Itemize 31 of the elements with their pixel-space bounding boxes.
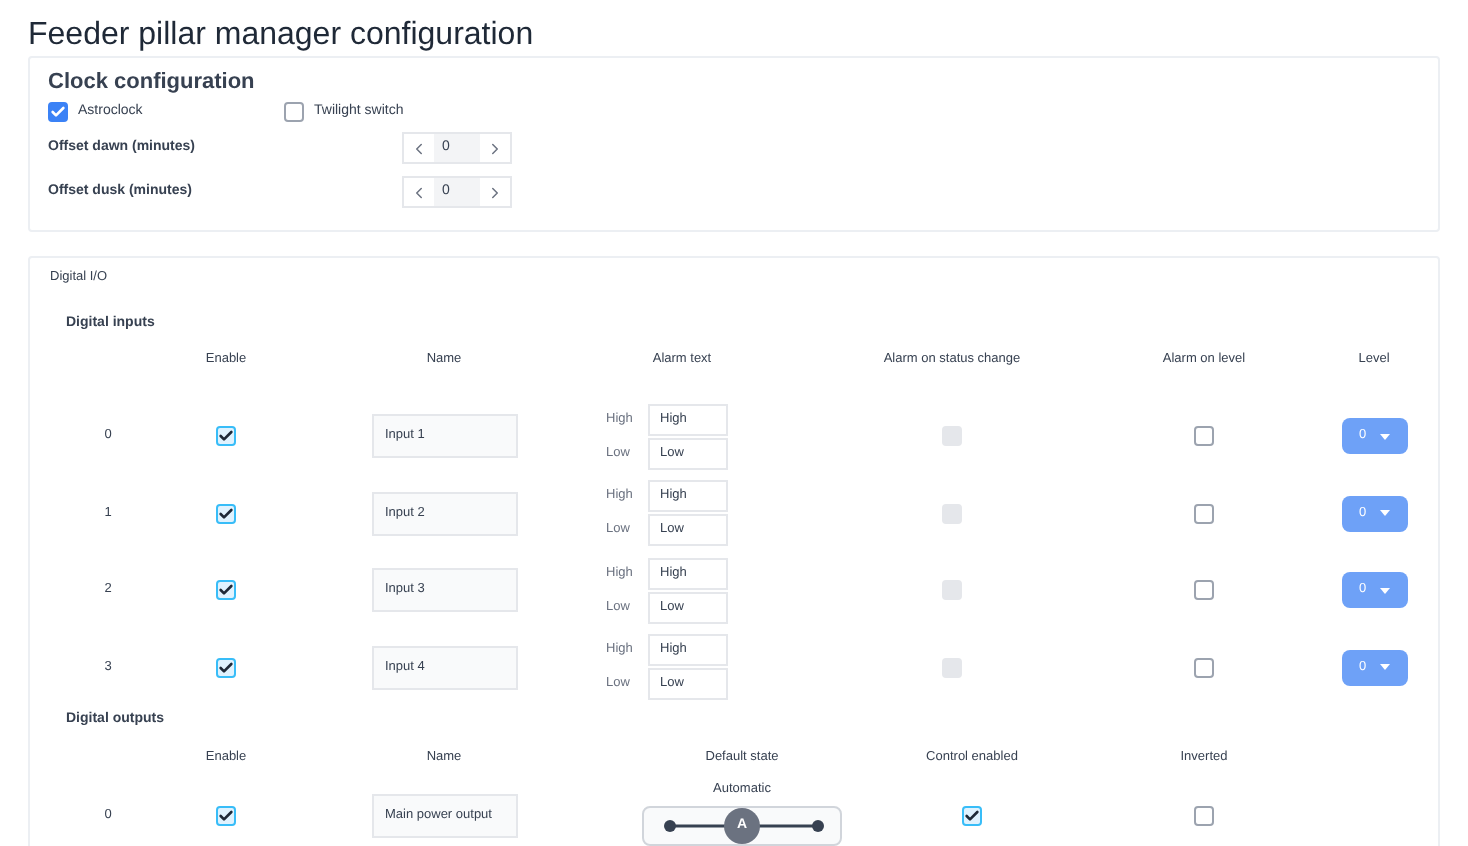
checkbox[interactable] xyxy=(216,657,236,678)
caret-icon xyxy=(1379,510,1389,517)
check-icon xyxy=(218,582,234,599)
decrement-icon[interactable] xyxy=(410,139,428,157)
page-title: Feeder pillar manager configuration xyxy=(28,18,536,54)
check-icon xyxy=(218,659,234,676)
checkbox[interactable] xyxy=(284,102,304,122)
checkbox[interactable] xyxy=(1194,580,1214,601)
checkbox[interactable] xyxy=(48,102,68,122)
checkbox[interactable] xyxy=(216,503,236,524)
check-icon xyxy=(218,808,234,824)
checkbox[interactable] xyxy=(1194,503,1214,524)
caret-icon xyxy=(1379,664,1389,671)
decrement-icon[interactable] xyxy=(410,183,428,201)
checkbox[interactable] xyxy=(1194,657,1214,678)
checkbox[interactable] xyxy=(962,806,982,826)
checkbox[interactable] xyxy=(216,806,236,826)
caret-icon xyxy=(1379,433,1389,440)
checkbox[interactable] xyxy=(1194,426,1214,447)
check-icon xyxy=(50,104,66,120)
section-title: Clock configuration xyxy=(48,68,257,96)
check-icon xyxy=(218,505,234,522)
increment-icon[interactable] xyxy=(486,139,504,157)
track-line-icon xyxy=(664,819,824,832)
checkbox[interactable] xyxy=(1194,806,1214,826)
check-icon xyxy=(964,808,980,824)
check-icon xyxy=(218,428,234,445)
increment-icon[interactable] xyxy=(486,183,504,201)
checkbox[interactable] xyxy=(216,580,236,601)
caret-icon xyxy=(1379,587,1389,594)
checkbox[interactable] xyxy=(216,426,236,447)
